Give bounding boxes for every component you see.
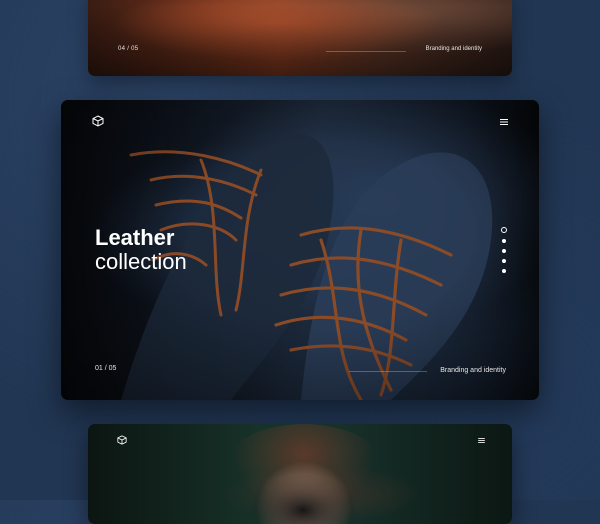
pagination-dot-2[interactable]	[502, 239, 506, 243]
pagination-dot-4[interactable]	[502, 259, 506, 263]
slide-card-prev[interactable]: 04 / 05 Branding and identity	[88, 0, 512, 76]
divider-line	[349, 371, 427, 372]
pagination-dot-5[interactable]	[502, 269, 506, 273]
pagination-dots	[501, 227, 507, 279]
category-tag: Branding and identity	[440, 367, 506, 374]
slide-counter: 01 / 05	[95, 365, 117, 372]
cube-logo-icon[interactable]	[117, 435, 127, 445]
pagination-dot-1[interactable]	[501, 227, 507, 233]
divider-line	[326, 51, 406, 52]
image-overlay	[88, 0, 512, 76]
pagination-dot-3[interactable]	[502, 249, 506, 253]
slide-title: Leather collection	[95, 226, 187, 274]
slide-card-main[interactable]: Leather collection 01 / 05 Branding and …	[61, 100, 539, 400]
title-bold: Leather	[95, 225, 175, 250]
hamburger-menu-icon[interactable]	[500, 119, 508, 125]
cube-logo-icon[interactable]	[92, 115, 104, 127]
gloved-hands-image	[248, 474, 358, 524]
title-light: collection	[95, 249, 187, 274]
category-tag: Branding and identity	[425, 46, 482, 52]
slide-card-next[interactable]	[88, 424, 512, 524]
slide-counter: 04 / 05	[118, 46, 139, 52]
hamburger-menu-icon[interactable]	[478, 438, 485, 443]
